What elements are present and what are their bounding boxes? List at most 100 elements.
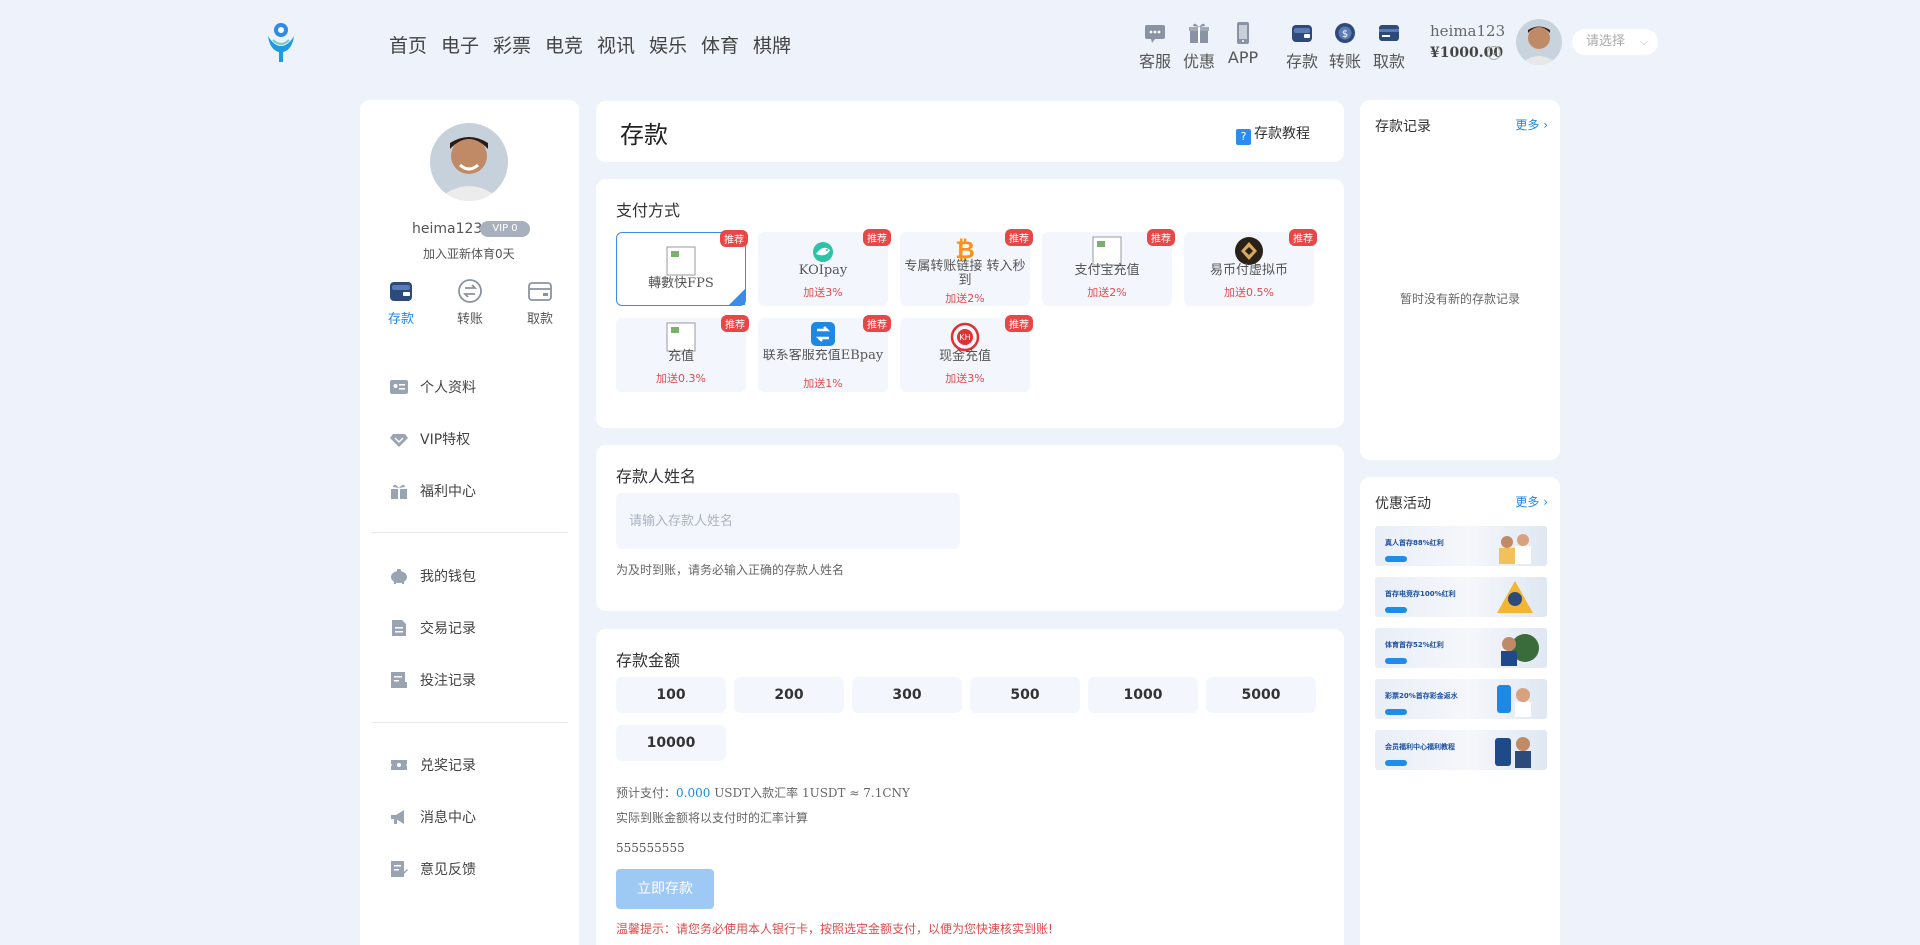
menu-feedback-label: 意见反馈 (420, 862, 476, 878)
promos-more-link[interactable]: 更多 › (1515, 493, 1548, 510)
transfer-arrows-icon (458, 279, 482, 303)
depositor-name-section: 存款人姓名 为及时到账，请务必输入正确的存款人姓名 (596, 445, 1344, 611)
recommend-tag: 推荐 (1147, 229, 1175, 246)
promo-banner[interactable]: 会员福利中心福利教程 (1375, 730, 1547, 770)
language-select[interactable]: 请选择 ⌵ (1572, 29, 1658, 55)
quick-deposit-button[interactable]: 存款 (376, 278, 426, 327)
menu-feedback[interactable]: 意见反馈 (390, 856, 550, 882)
header-promo-button[interactable]: 优惠 (1176, 20, 1222, 72)
promo-banner[interactable]: 真人首存88%红利 (1375, 526, 1547, 566)
depositor-name-input[interactable] (616, 493, 960, 549)
payment-bonus: 加送0.3% (656, 372, 706, 385)
coin-logo-icon (1235, 237, 1263, 265)
amount-option[interactable]: 200 (734, 677, 844, 713)
ticket-icon (391, 760, 407, 770)
header-support-button[interactable]: 客服 (1132, 20, 1178, 72)
promo-banner-button (1385, 658, 1407, 664)
payment-method-recharge[interactable]: 推荐 充值 加送0.3% (616, 315, 749, 392)
help-icon: ? (1236, 129, 1251, 145)
recommend-tag: 推荐 (1005, 315, 1033, 332)
nav-esports[interactable]: 电竞 (545, 31, 583, 58)
chevron-right-icon: › (1539, 118, 1548, 132)
promo-banner[interactable]: 彩票20%首存彩金返水 (1375, 679, 1547, 719)
header-withdraw-button[interactable]: 取款 (1366, 20, 1412, 72)
wallet-icon (390, 282, 412, 301)
recommend-tag: 推荐 (1005, 229, 1033, 246)
nav-slots[interactable]: 电子 (441, 31, 479, 58)
nav-entertainment[interactable]: 娱乐 (649, 31, 687, 58)
section-title: 支付方式 (616, 201, 681, 220)
amount-option[interactable]: 100 (616, 677, 726, 713)
amount-option[interactable]: 500 (970, 677, 1080, 713)
menu-redeem-label: 兑奖记录 (420, 758, 476, 774)
menu-vip[interactable]: VIP特权 (390, 426, 550, 452)
nav-lottery[interactable]: 彩票 (493, 31, 531, 58)
join-duration: 加入亚新体育0天 (423, 247, 515, 261)
vip-badge[interactable]: VIP 0 (480, 221, 530, 237)
nav-chess[interactable]: 棋牌 (753, 31, 791, 58)
header-avatar[interactable] (1516, 19, 1562, 65)
promo-banner-title: 真人首存88%红利 (1385, 539, 1444, 547)
payment-method-koipay[interactable]: 推荐 KOIpay 加送3% (758, 229, 891, 306)
amount-option[interactable]: 300 (852, 677, 962, 713)
menu-vip-label: VIP特权 (420, 432, 471, 448)
amount-option[interactable]: 5000 (1206, 677, 1316, 713)
menu-wallet[interactable]: 我的钱包 (390, 563, 550, 589)
menu-messages[interactable]: 消息中心 (390, 804, 550, 830)
payment-method-name: 轉數快FPS (648, 276, 714, 291)
more-label: 更多 (1515, 118, 1540, 132)
quick-withdraw-button[interactable]: 取款 (515, 278, 565, 327)
promo-welfare-icon (1495, 737, 1531, 768)
payment-method-alipay[interactable]: 推荐 支付宝充值 加送2% (1042, 229, 1175, 306)
estimated-payment: 预计支付：0.000 USDT入款汇率 1USDT ≈ 7.1CNY (616, 784, 910, 801)
menu-welfare[interactable]: 福利中心 (390, 478, 550, 504)
promo-banner[interactable]: 体育首存52%红利 (1375, 628, 1547, 668)
payment-method-ebpay-crypto[interactable]: 推荐 易币付虚拟币 加送0.5% (1184, 229, 1317, 306)
payment-method-cash[interactable]: 推荐 KH 现金充值 加送3% (900, 315, 1033, 392)
promo-banner-title: 体育首存52%红利 (1385, 641, 1444, 649)
menu-welfare-label: 福利中心 (420, 484, 476, 500)
amount-option[interactable]: 1000 (1088, 677, 1198, 713)
header-deposit-button[interactable]: 存款 (1279, 20, 1325, 72)
deposit-amount-section: 存款金额 100 200 300 500 1000 5000 10000 预计支… (596, 629, 1344, 945)
cash-logo-icon: KH (950, 322, 980, 352)
promo-esports-icon (1497, 581, 1533, 613)
rate-note: 实际到账金额将以支付时的汇率计算 (616, 811, 809, 825)
promo-banner[interactable]: 首存电竞存100%红利 (1375, 577, 1547, 617)
menu-profile[interactable]: 个人资料 (390, 374, 550, 400)
menu-bets[interactable]: 投注记录 (390, 667, 550, 693)
profile-avatar[interactable] (430, 123, 508, 201)
deposit-label: 存款 (1285, 52, 1318, 71)
payment-method-name: 专属转账链接 转入秒到 (904, 259, 1026, 288)
section-title: 存款金额 (616, 651, 681, 670)
broken-image-icon (666, 322, 696, 352)
quick-transfer-button[interactable]: 转账 (445, 278, 495, 327)
nav-live[interactable]: 视讯 (597, 31, 635, 58)
payment-bonus: 加送0.5% (1224, 286, 1274, 299)
estimate-rate: USDT入款汇率 1USDT ≈ 7.1CNY (710, 786, 910, 800)
menu-redeem[interactable]: 兑奖记录 (390, 752, 550, 778)
page-title: 存款 (620, 121, 668, 149)
nav-sports[interactable]: 体育 (701, 31, 739, 58)
payment-method-fps[interactable]: 推荐 轉數快FPS (616, 230, 748, 306)
payment-method-ebpay-service[interactable]: 推荐 联系客服充值EBpay 加送1% (758, 315, 891, 392)
chevron-right-icon: › (1539, 495, 1548, 509)
nav-home[interactable]: 首页 (389, 31, 427, 58)
payment-bonus: 加送1% (803, 377, 843, 390)
deposit-tutorial-link[interactable]: ? 存款教程 (1236, 123, 1310, 145)
header-app-button[interactable]: APP (1220, 20, 1266, 67)
recommend-tag: 推荐 (721, 315, 749, 332)
payment-method-transfer-link[interactable]: 推荐 ₿ 专属转账链接 转入秒到 加送2% (900, 229, 1033, 306)
empty-records-message: 暂时没有新的存款记录 (1399, 292, 1520, 306)
deposit-submit-button[interactable]: 立即存款 (616, 869, 714, 909)
phone-icon (1237, 22, 1249, 44)
payment-bonus: 加送3% (803, 286, 843, 299)
records-more-link[interactable]: 更多 › (1515, 116, 1548, 133)
balance-dropdown-chevron-icon[interactable]: ⌄ (1487, 46, 1501, 60)
header-transfer-button[interactable]: $ 转账 (1322, 20, 1368, 72)
site-logo-icon[interactable] (266, 22, 296, 64)
quick-withdraw-label: 取款 (526, 312, 553, 327)
amount-option[interactable]: 10000 (616, 725, 726, 761)
menu-transactions[interactable]: 交易记录 (390, 615, 550, 641)
payment-bonus: 加送2% (1087, 286, 1127, 299)
